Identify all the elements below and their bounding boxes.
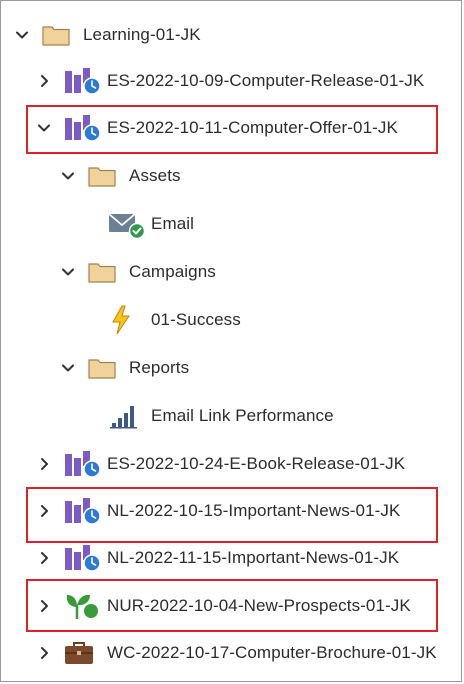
tree-row-folder[interactable]: Reports	[1, 348, 463, 388]
chevron-right-icon[interactable]	[37, 504, 51, 518]
tree-row-folder[interactable]: Assets	[1, 156, 463, 196]
tree-row-program[interactable]: NL-2022-10-15-Important-News-01-JK	[1, 491, 463, 531]
chevron-down-icon[interactable]	[15, 28, 29, 42]
tree-label: Assets	[129, 166, 181, 185]
chevron-down-icon[interactable]	[61, 169, 75, 183]
program-clock-icon	[63, 449, 103, 479]
tree-row-program[interactable]: NUR-2022-10-04-New-Prospects-01-JK	[1, 586, 463, 626]
folder-icon	[41, 23, 71, 47]
tree-row-folder[interactable]: Campaigns	[1, 252, 463, 292]
tree-row-program[interactable]: WC-2022-10-17-Computer-Brochure-01-JK	[1, 633, 463, 673]
tree-label: Reports	[129, 358, 190, 377]
tree-label: 01-Success	[151, 310, 241, 329]
tree-label: ES-2022-10-09-Computer-Release-01-JK	[107, 71, 425, 90]
folder-icon	[87, 260, 117, 284]
chevron-right-icon[interactable]	[37, 457, 51, 471]
tree-row-campaign[interactable]: 01-Success	[1, 300, 463, 340]
chevron-down-icon[interactable]	[61, 361, 75, 375]
tree-label: Email Link Performance	[151, 406, 334, 425]
chevron-right-icon[interactable]	[37, 551, 51, 565]
chevron-right-icon[interactable]	[37, 74, 51, 88]
tree-label: ES-2022-10-24-E-Book-Release-01-JK	[107, 454, 406, 473]
tree-label: NL-2022-11-15-Important-News-01-JK	[107, 548, 400, 567]
email-check-icon	[107, 209, 147, 239]
tree-row-root[interactable]: Learning-01-JK	[1, 15, 463, 55]
folder-icon	[87, 356, 117, 380]
tree-row-program[interactable]: NL-2022-11-15-Important-News-01-JK	[1, 538, 463, 578]
program-clock-icon	[63, 113, 103, 143]
tree-row-program[interactable]: ES-2022-10-24-E-Book-Release-01-JK	[1, 444, 463, 484]
program-tree-panel: Learning-01-JK ES-2022-10-09-Computer-Re…	[0, 0, 462, 682]
tree-label: Email	[151, 214, 195, 233]
chevron-down-icon[interactable]	[37, 121, 51, 135]
tree-label: WC-2022-10-17-Computer-Brochure-01-JK	[107, 643, 437, 662]
nurture-icon	[65, 591, 101, 621]
chevron-down-icon[interactable]	[61, 265, 75, 279]
chevron-right-icon[interactable]	[37, 646, 51, 660]
tree-row-program[interactable]: ES-2022-10-09-Computer-Release-01-JK	[1, 61, 463, 101]
tree-row-program[interactable]: ES-2022-10-11-Computer-Offer-01-JK	[1, 108, 463, 148]
program-clock-icon	[63, 496, 103, 526]
tree-label: Campaigns	[129, 262, 216, 281]
bar-chart-icon	[109, 402, 139, 430]
tree-label: NL-2022-10-15-Important-News-01-JK	[107, 501, 401, 520]
lightning-icon	[109, 305, 133, 335]
tree-row-report[interactable]: Email Link Performance	[1, 396, 463, 436]
folder-icon	[87, 164, 117, 188]
chevron-right-icon[interactable]	[37, 599, 51, 613]
briefcase-icon	[63, 640, 95, 666]
program-clock-icon	[63, 543, 103, 573]
tree-label: Learning-01-JK	[83, 25, 201, 44]
tree-label: NUR-2022-10-04-New-Prospects-01-JK	[107, 596, 411, 615]
tree-label: ES-2022-10-11-Computer-Offer-01-JK	[107, 118, 398, 137]
program-clock-icon	[63, 66, 103, 96]
tree-row-asset[interactable]: Email	[1, 204, 463, 244]
